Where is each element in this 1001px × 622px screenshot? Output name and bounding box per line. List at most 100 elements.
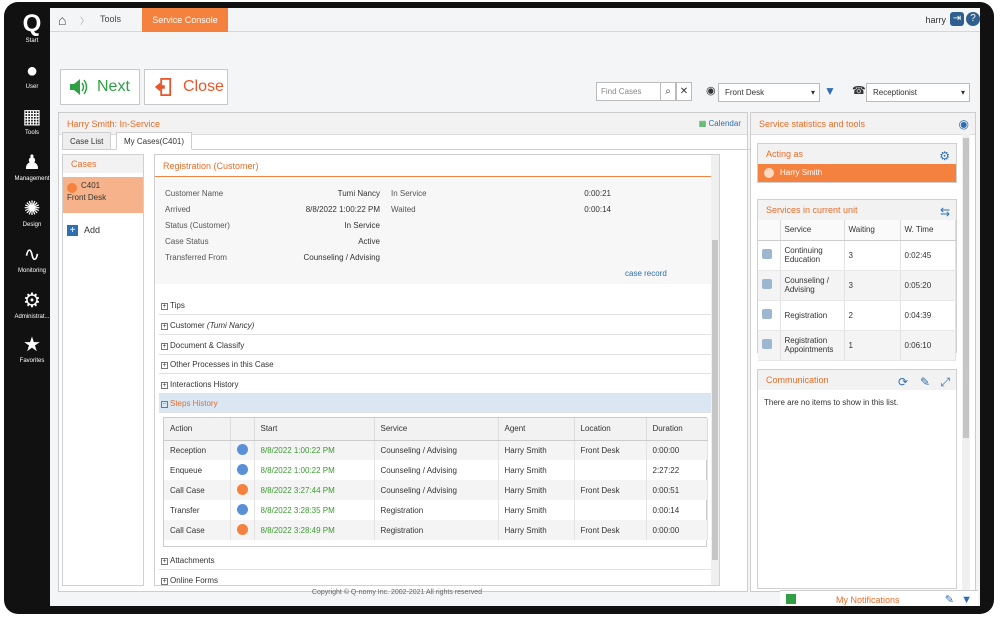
cell-location xyxy=(574,500,647,520)
section-document-classify[interactable]: + Document & Classify xyxy=(159,336,713,355)
cell-service: Counseling / Advising xyxy=(374,460,499,480)
tab-case-list[interactable]: Case List xyxy=(62,132,112,150)
section-customer[interactable]: + Customer (Tumi Nancy) xyxy=(159,316,713,335)
cell-name: Continuing Education xyxy=(780,240,845,271)
table-row: Call Case 8/8/2022 3:27:44 PM Counseling /… xyxy=(164,480,708,500)
col-waiting: Waiting xyxy=(844,220,901,241)
settings-icon[interactable]: ⚙ xyxy=(939,146,950,166)
expand-icon: + xyxy=(161,362,168,369)
cell-location: Front Desk xyxy=(574,440,647,460)
edit-icon[interactable]: ✎ xyxy=(920,372,930,392)
cell-waiting: 3 xyxy=(844,240,901,271)
cell-duration: 0:00:00 xyxy=(646,520,708,540)
search-icon[interactable]: ⌕ xyxy=(660,82,676,101)
nav-management[interactable]: ♟ Management xyxy=(10,152,54,182)
cell-name: Counseling / Advising xyxy=(780,270,845,301)
agent-face-icon xyxy=(236,503,248,515)
section-online-forms[interactable]: + Online Forms xyxy=(159,571,713,585)
add-case-button[interactable]: + Add xyxy=(67,225,100,236)
nav-favorites[interactable]: ★ Favorites xyxy=(10,334,54,364)
service-row[interactable]: Continuing Education 3 0:02:45 xyxy=(758,240,956,271)
location-select[interactable]: Front Desk ▾ xyxy=(718,83,820,102)
refresh-icon[interactable]: ⟳ xyxy=(898,372,908,392)
case-item[interactable]: C401 Front Desk xyxy=(63,177,143,213)
case-tabs: Case List My Cases(C401) xyxy=(62,132,772,150)
service-row[interactable]: Registration 2 0:04:39 xyxy=(758,300,956,331)
user-icon: ● xyxy=(25,60,39,82)
q-logo[interactable]: Q xyxy=(10,10,54,38)
pulse-icon: ∿ xyxy=(23,244,41,266)
top-bar: ⌂ 〉 Tools Service Console harry ⇥ ? xyxy=(50,8,980,32)
col-agent-icon xyxy=(230,418,255,441)
calendar-icon: ▦ xyxy=(698,119,709,128)
cell-start: 8/8/2022 3:27:44 PM xyxy=(254,480,375,500)
section-steps-history[interactable]: − Steps History xyxy=(159,394,713,413)
nav-design[interactable]: ✺ Design xyxy=(10,198,54,228)
help-icon[interactable]: ? xyxy=(966,12,980,26)
username: harry xyxy=(925,15,946,25)
cell-service: Counseling / Advising xyxy=(374,440,499,460)
scroll-thumb[interactable] xyxy=(963,138,969,438)
close-button[interactable]: Close xyxy=(144,69,228,105)
cell-agent-icon xyxy=(230,480,255,500)
cell-icon xyxy=(758,330,781,361)
registration-scrollbar[interactable] xyxy=(711,155,719,585)
chevron-down-icon: ▾ xyxy=(810,88,815,97)
cell-wtime: 0:05:20 xyxy=(900,270,956,301)
swap-icon[interactable]: ⇆ xyxy=(940,202,950,222)
col-location: Location xyxy=(574,418,647,441)
col-wtime: W. Time xyxy=(900,220,956,241)
notifications-bar[interactable]: My Notifications ✎ ▼ xyxy=(780,590,978,606)
col-duration: Duration xyxy=(646,418,708,441)
tab-my-cases[interactable]: My Cases(C401) xyxy=(116,132,193,150)
table-row: Reception 8/8/2022 1:00:22 PM Counseling /… xyxy=(164,440,708,460)
cell-start: 8/8/2022 1:00:22 PM xyxy=(254,460,375,480)
cell-location: Front Desk xyxy=(574,520,647,540)
agent-face-icon xyxy=(236,463,248,475)
nav-user[interactable]: ● User xyxy=(10,60,54,90)
cell-duration: 2:27:22 xyxy=(646,460,708,480)
edit-icon[interactable]: ✎ xyxy=(945,591,954,606)
cell-action: Reception xyxy=(164,440,231,460)
nav-tools[interactable]: ▦ Tools xyxy=(10,106,54,136)
service-row[interactable]: Registration Appointments 1 0:06:10 xyxy=(758,330,956,361)
nav-start[interactable]: Start xyxy=(10,38,54,44)
section-interactions-history[interactable]: + Interactions History xyxy=(159,375,713,394)
expand-icon: + xyxy=(161,323,168,330)
clear-search-icon[interactable]: ✕ xyxy=(676,82,692,101)
stats-scrollbar[interactable] xyxy=(962,134,970,596)
eye-icon[interactable]: ◉ xyxy=(959,113,969,135)
services-header: Services in current unit ⇆ xyxy=(758,200,956,220)
cell-agent: Harry Smith xyxy=(498,480,575,500)
agent-icon xyxy=(764,168,774,178)
filter-icon[interactable]: ▼ xyxy=(961,591,972,606)
home-icon[interactable]: ⌂ xyxy=(58,12,66,28)
role-select[interactable]: Receptionist ▾ xyxy=(866,83,970,102)
logout-icon[interactable]: ⇥ xyxy=(950,12,964,26)
service-row[interactable]: Counseling / Advising 3 0:05:20 xyxy=(758,270,956,301)
section-other-processes[interactable]: + Other Processes in this Case xyxy=(159,355,713,374)
acting-agent[interactable]: Harry Smith xyxy=(758,164,956,182)
cell-name: Registration xyxy=(780,300,845,331)
expand-icon[interactable]: ⤢ xyxy=(940,372,950,392)
people-icon xyxy=(762,339,772,349)
agent-face-icon xyxy=(236,523,248,535)
filter-icon[interactable]: ▼ xyxy=(824,84,836,98)
tab-service-console[interactable]: Service Console xyxy=(142,8,228,32)
nav-monitoring[interactable]: ∿ Monitoring xyxy=(10,244,54,274)
col-service: Service xyxy=(374,418,499,441)
communication-header: Communication ⟳ ✎ ⤢ xyxy=(758,370,956,390)
section-attachments[interactable]: + Attachments xyxy=(159,551,713,570)
notification-icon xyxy=(786,594,796,604)
case-record-link[interactable]: case record xyxy=(625,269,667,278)
calendar-icon: ▦ xyxy=(22,106,42,128)
nav-administration[interactable]: ⚙ Administrat... xyxy=(10,290,54,320)
next-button[interactable]: Next xyxy=(60,69,140,105)
scroll-thumb[interactable] xyxy=(712,240,718,560)
cell-start: 8/8/2022 3:28:49 PM xyxy=(254,520,375,540)
registration-header: Registration (Customer) xyxy=(155,155,719,177)
plus-icon: + xyxy=(67,225,78,236)
section-tips[interactable]: + Tips xyxy=(159,296,713,315)
device-frame: Q Start ● User ▦ Tools ♟ Management ✺ Design… xyxy=(4,2,994,614)
breadcrumb-tools[interactable]: Tools xyxy=(100,14,121,24)
